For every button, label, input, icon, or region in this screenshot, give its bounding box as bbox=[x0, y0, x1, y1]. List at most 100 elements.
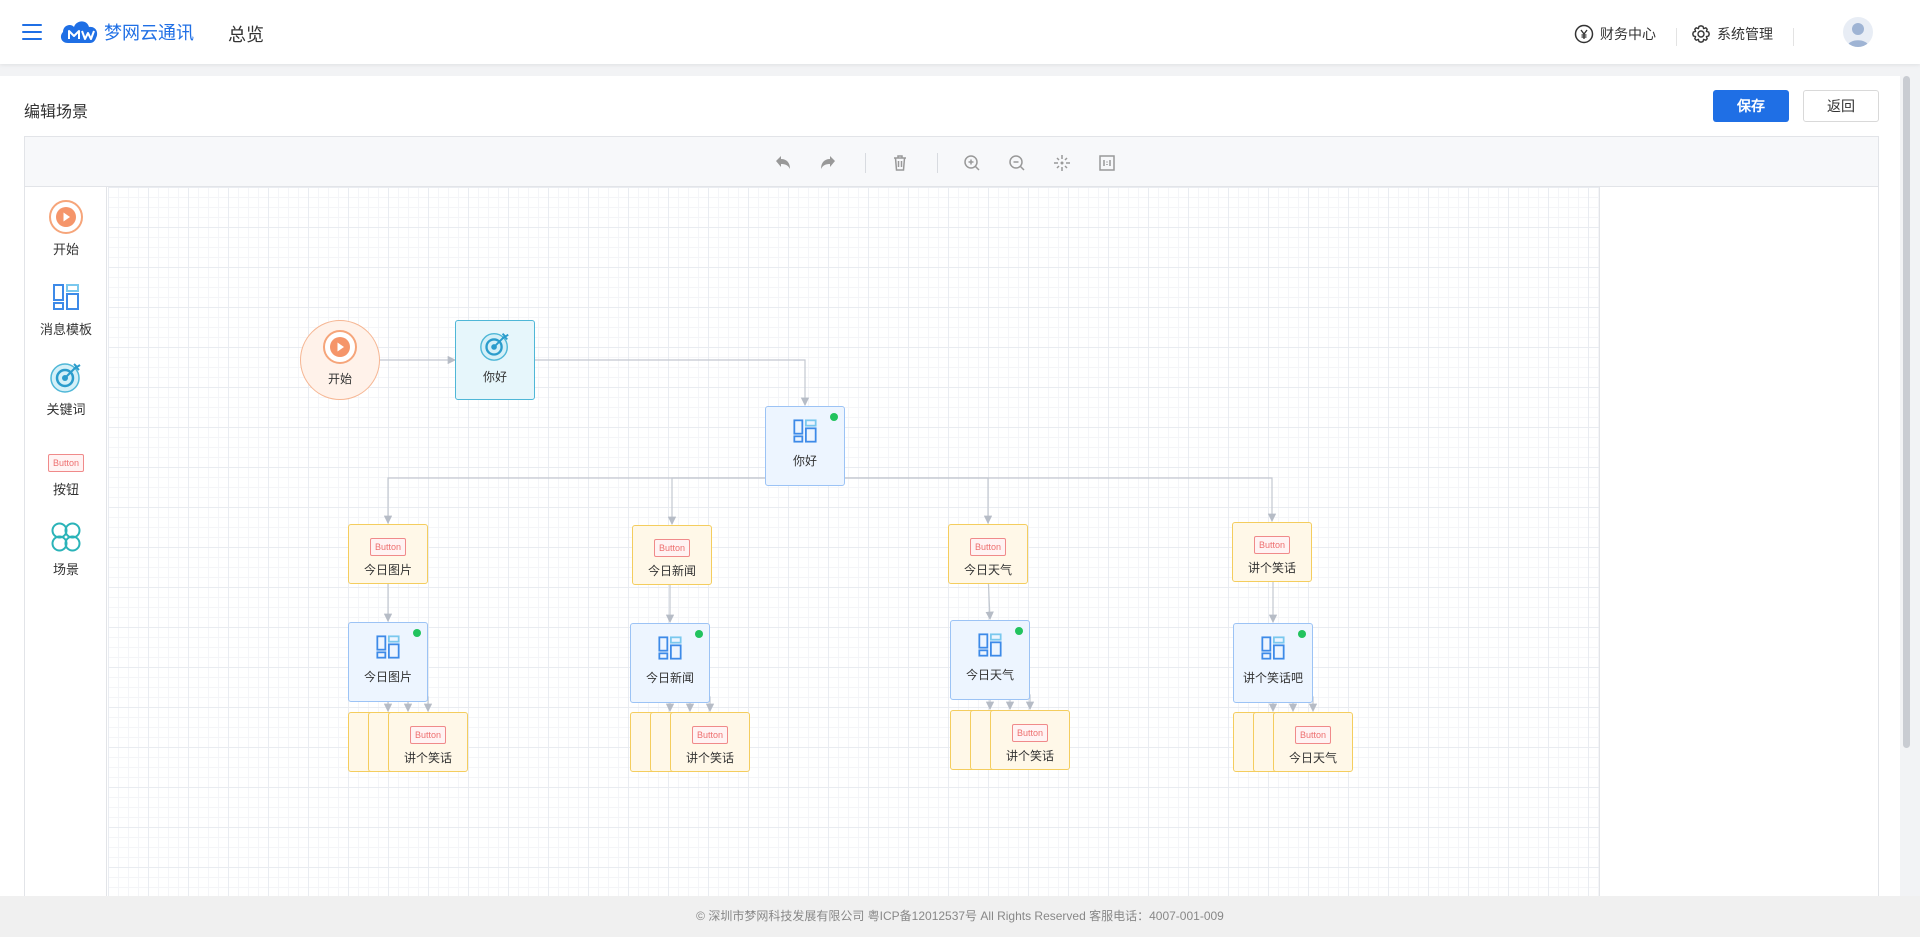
status-dot bbox=[830, 413, 838, 421]
node-label: 你好 bbox=[482, 370, 507, 384]
status-dot bbox=[413, 629, 421, 637]
palette-label: 场景 bbox=[52, 562, 79, 577]
palette-item-message-template[interactable]: 消息模板 bbox=[25, 279, 107, 338]
clover-icon bbox=[51, 522, 81, 552]
page-title: 编辑场景 bbox=[24, 104, 89, 121]
node-label: 今日新闻 bbox=[645, 671, 694, 685]
yen-circle-icon bbox=[1574, 24, 1594, 44]
flow-node-button[interactable]: Button 讲个笑话 bbox=[990, 710, 1070, 770]
node-palette: 开始 消息模板 关键词 Button 按钮 场景 bbox=[25, 187, 107, 897]
actual-size-icon[interactable] bbox=[1096, 152, 1118, 174]
header-divider bbox=[1676, 28, 1677, 46]
node-label: 讲个笑话 bbox=[403, 751, 452, 765]
layout-template-icon bbox=[658, 636, 682, 660]
node-label: 讲个笑话 bbox=[1005, 749, 1054, 763]
undo-icon[interactable] bbox=[772, 152, 794, 174]
brand-name: 梦网云通讯 bbox=[104, 23, 194, 43]
play-circle-icon bbox=[49, 200, 83, 234]
flow-node-message[interactable]: 今日天气 bbox=[950, 620, 1030, 700]
fit-view-icon[interactable] bbox=[1051, 152, 1073, 174]
flow-node-button[interactable]: Button 今日图片 bbox=[348, 524, 428, 584]
cloud-logo-icon bbox=[60, 21, 98, 43]
node-label: 你好 bbox=[792, 454, 817, 468]
palette-item-keyword[interactable]: 关键词 bbox=[25, 359, 107, 418]
palette-label: 关键词 bbox=[46, 402, 86, 417]
flow-node-message[interactable]: 讲个笑话吧 bbox=[1233, 623, 1313, 703]
button-icon: Button bbox=[691, 726, 729, 744]
flow-node-button[interactable]: Button 今日天气 bbox=[948, 524, 1028, 584]
finance-center-link[interactable]: 财务中心 bbox=[1574, 24, 1656, 44]
flow-canvas[interactable]: 开始 你好 你好 Button 今日图片 Button 今日新闻 Button bbox=[108, 187, 1600, 897]
palette-item-start[interactable]: 开始 bbox=[25, 199, 107, 258]
back-button[interactable]: 返回 bbox=[1803, 90, 1879, 122]
palette-label: 开始 bbox=[52, 242, 79, 257]
node-label: 今日图片 bbox=[363, 563, 412, 577]
palette-item-scene[interactable]: 场景 bbox=[25, 519, 107, 578]
flow-node-message[interactable]: 你好 bbox=[765, 406, 845, 486]
toolbar-divider bbox=[865, 153, 866, 173]
layout-template-icon bbox=[978, 633, 1002, 657]
user-avatar[interactable] bbox=[1843, 17, 1873, 47]
node-label: 讲个笑话 bbox=[1247, 561, 1296, 575]
logo[interactable]: 梦网云通讯 bbox=[58, 14, 194, 50]
footer-copyright: © 深圳市梦网科技发展有限公司 粤ICP备12012537号 All Right… bbox=[0, 896, 1920, 937]
flow-node-start[interactable]: 开始 bbox=[300, 320, 380, 400]
status-dot bbox=[695, 630, 703, 638]
zoom-out-icon[interactable] bbox=[1006, 152, 1028, 174]
save-button[interactable]: 保存 bbox=[1713, 90, 1789, 122]
palette-label: 按钮 bbox=[52, 482, 79, 497]
target-icon bbox=[480, 333, 509, 361]
connections-layer bbox=[380, 355, 1318, 713]
button-icon: Button bbox=[1253, 536, 1291, 554]
palette-item-button[interactable]: Button 按钮 bbox=[25, 447, 107, 498]
status-dot bbox=[1298, 630, 1306, 638]
button-icon: Button bbox=[1294, 726, 1332, 744]
flow-node-message[interactable]: 今日图片 bbox=[348, 622, 428, 702]
system-management-link[interactable]: 系统管理 bbox=[1691, 24, 1773, 44]
node-label: 讲个笑话 bbox=[685, 751, 734, 765]
edit-scene-panel: 编辑场景 保存 返回 开始 消息模板 关键词 Button 按钮 场景 开始 你… bbox=[0, 76, 1900, 897]
editor-toolbar bbox=[25, 137, 1878, 187]
button-icon: Button bbox=[653, 539, 691, 557]
node-label: 开始 bbox=[327, 372, 352, 386]
node-label: 今日新闻 bbox=[647, 564, 696, 578]
node-label: 讲个笑话吧 bbox=[1242, 671, 1303, 685]
layout-template-icon bbox=[376, 635, 400, 659]
button-icon: Button bbox=[969, 538, 1007, 556]
flow-node-button[interactable]: Button 今日新闻 bbox=[632, 525, 712, 585]
top-bar: 梦网云通讯 总览 财务中心 系统管理 bbox=[0, 0, 1920, 64]
status-dot bbox=[1015, 627, 1023, 635]
system-management-label: 系统管理 bbox=[1717, 26, 1773, 42]
delete-icon[interactable] bbox=[889, 152, 911, 174]
palette-label: 消息模板 bbox=[39, 322, 92, 337]
toolbar-divider bbox=[937, 153, 938, 173]
node-label: 今日图片 bbox=[363, 670, 412, 684]
finance-center-label: 财务中心 bbox=[1600, 26, 1656, 42]
header-divider bbox=[1793, 28, 1794, 46]
nav-overview[interactable]: 总览 bbox=[228, 21, 264, 47]
page-scrollbar[interactable] bbox=[1903, 76, 1910, 748]
play-circle-icon bbox=[323, 330, 357, 364]
layout-template-icon bbox=[53, 284, 79, 310]
flow-node-button[interactable]: Button 讲个笑话 bbox=[670, 712, 750, 772]
target-icon bbox=[50, 363, 81, 393]
button-icon: Button bbox=[1011, 724, 1049, 742]
button-icon: Button bbox=[369, 538, 407, 556]
flow-editor: 开始 消息模板 关键词 Button 按钮 场景 开始 你好 你好 Button… bbox=[24, 136, 1879, 897]
menu-toggle-icon[interactable] bbox=[22, 24, 42, 40]
button-icon: Button bbox=[47, 454, 85, 472]
gear-icon bbox=[1692, 25, 1710, 43]
node-label: 今日天气 bbox=[965, 668, 1014, 682]
flow-node-button[interactable]: Button 今日天气 bbox=[1273, 712, 1353, 772]
flow-node-button[interactable]: Button 讲个笑话 bbox=[1232, 522, 1312, 582]
flow-node-message[interactable]: 今日新闻 bbox=[630, 623, 710, 703]
button-icon: Button bbox=[409, 726, 447, 744]
layout-template-icon bbox=[793, 419, 817, 443]
user-icon bbox=[1847, 23, 1869, 47]
flow-node-keyword[interactable]: 你好 bbox=[455, 320, 535, 400]
flow-node-button[interactable]: Button 讲个笑话 bbox=[388, 712, 468, 772]
layout-template-icon bbox=[1261, 636, 1285, 660]
node-label: 今日天气 bbox=[1288, 751, 1337, 765]
zoom-in-icon[interactable] bbox=[961, 152, 983, 174]
redo-icon[interactable] bbox=[817, 152, 839, 174]
